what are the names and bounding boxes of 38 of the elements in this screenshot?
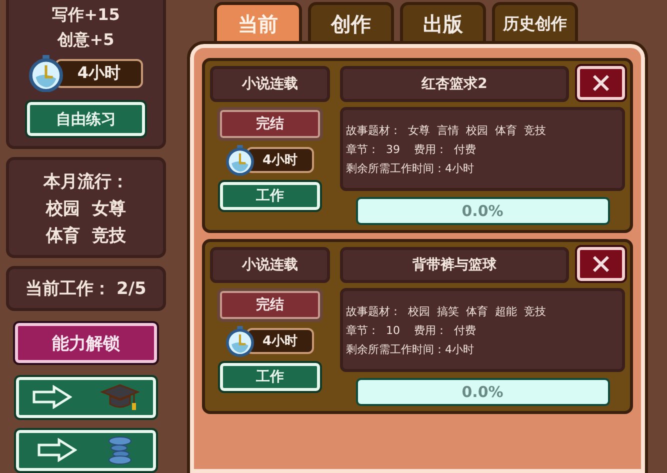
trend-genres: 体育 竞技	[46, 225, 126, 248]
progress-text: 0.0%	[462, 202, 504, 220]
trend-genres: 校园 女尊	[46, 198, 126, 220]
work-button[interactable]: 工作	[220, 182, 320, 210]
nav-button[interactable]	[16, 376, 156, 418]
work-button[interactable]: 工作	[220, 362, 320, 391]
arrow-icon	[32, 385, 72, 410]
info-line: 章节： 10 费用： 付费	[346, 322, 477, 338]
stat-gain: 创意+5	[58, 30, 114, 51]
work-title: 红杏篮求2	[340, 66, 569, 102]
work-type: 小说连载	[210, 66, 330, 102]
info-line: 章节： 39 费用： 付费	[346, 142, 477, 156]
finish-button[interactable]: 完结	[220, 110, 320, 138]
progress-text: 0.0%	[462, 383, 504, 401]
ability-unlock-button[interactable]: 能力解锁	[15, 323, 157, 363]
arrow-icon	[37, 438, 77, 462]
trend-title: 本月流行：	[44, 171, 128, 194]
stopwatch-icon	[29, 55, 63, 92]
close-icon	[591, 255, 611, 273]
info-line: 故事题材： 女尊 言情 校园 体育 竞技	[346, 122, 547, 138]
stat-gain: 写作+15	[52, 5, 120, 26]
graduation-cap-icon	[100, 382, 140, 412]
tab[interactable]: 出版	[400, 2, 486, 44]
tab[interactable]: 创作	[308, 2, 394, 44]
finish-button[interactable]: 完结	[220, 291, 320, 319]
free-practice-button[interactable]: 自由练习	[27, 102, 145, 136]
close-button[interactable]	[577, 247, 625, 281]
nav-button[interactable]	[16, 430, 156, 471]
info-line: 剩余所需工作时间：4小时	[346, 342, 475, 356]
info-line: 故事题材： 校园 搞笑 体育 超能 竞技	[346, 304, 547, 318]
workload-count: 当前工作： 2/5	[26, 278, 146, 300]
close-button[interactable]	[577, 66, 625, 100]
time-label: 4小时	[55, 59, 143, 88]
tab[interactable]: 历史创作	[492, 2, 578, 44]
info-line: 剩余所需工作时间：4小时	[346, 160, 475, 176]
work-type: 小说连载	[210, 247, 330, 283]
close-icon	[591, 74, 611, 92]
work-title: 背带裤与篮球	[340, 247, 569, 283]
